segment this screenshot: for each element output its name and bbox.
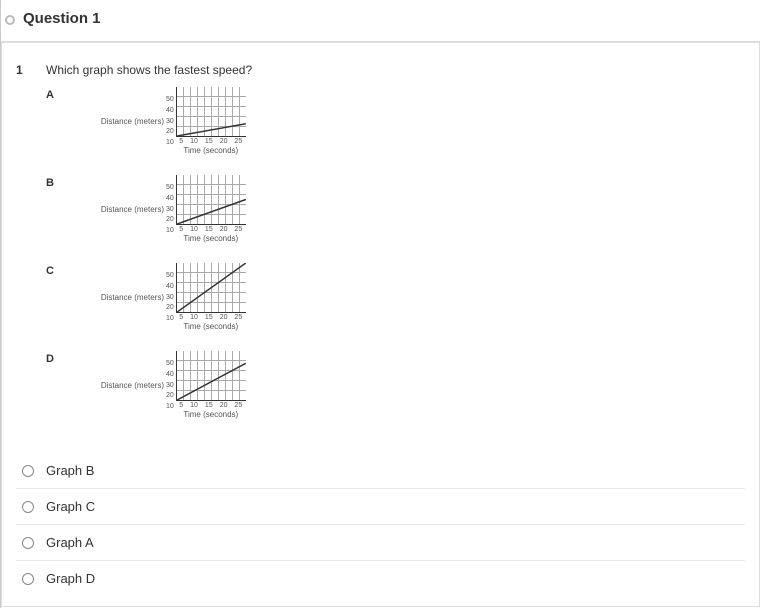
graph-block-a: A Distance (meters) 5040302010 — [46, 87, 745, 169]
question-text: Which graph shows the fastest speed? — [46, 63, 745, 77]
option-graph-b[interactable]: Graph B — [16, 453, 745, 489]
chart-d — [176, 351, 246, 401]
question-header: Question 1 — [1, 0, 760, 42]
graph-letter-c: C — [46, 263, 86, 277]
x-axis-label: Time (seconds) — [183, 410, 238, 419]
graph-block-d: D Distance (meters) 5040302010 — [46, 351, 745, 433]
x-axis-label: Time (seconds) — [183, 146, 238, 155]
x-ticks: 510152025 — [176, 137, 246, 145]
graph-block-c: C Distance (meters) 5040302010 — [46, 263, 745, 345]
radio-icon[interactable] — [22, 465, 34, 477]
page: Question 1 1 Which graph shows the faste… — [0, 0, 760, 608]
y-ticks: 5040302010 — [166, 360, 176, 410]
x-ticks: 510152025 — [176, 313, 246, 321]
question-number: 1 — [16, 63, 28, 77]
x-axis-label: Time (seconds) — [183, 322, 238, 331]
radio-icon[interactable] — [22, 537, 34, 549]
y-ticks: 5040302010 — [166, 96, 176, 146]
radio-icon[interactable] — [22, 501, 34, 513]
graph-letter-b: B — [46, 175, 86, 189]
graph-letter-d: D — [46, 351, 86, 365]
question-content: 1 Which graph shows the fastest speed? A… — [1, 42, 760, 607]
chart-a — [176, 87, 246, 137]
y-ticks: 5040302010 — [166, 184, 176, 234]
chart-c — [176, 263, 246, 313]
option-graph-c[interactable]: Graph C — [16, 489, 745, 525]
option-label: Graph D — [46, 571, 95, 586]
nav-circle-icon — [5, 15, 15, 25]
option-graph-a[interactable]: Graph A — [16, 525, 745, 561]
x-axis-label: Time (seconds) — [183, 234, 238, 243]
option-label: Graph C — [46, 499, 95, 514]
y-ticks: 5040302010 — [166, 272, 176, 322]
option-label: Graph B — [46, 463, 94, 478]
y-axis-label: Distance (meters) — [86, 117, 166, 126]
y-axis-label: Distance (meters) — [86, 293, 166, 302]
graph-letter-a: A — [46, 87, 86, 101]
question-title: Question 1 — [23, 10, 101, 27]
x-ticks: 510152025 — [176, 401, 246, 409]
x-ticks: 510152025 — [176, 225, 246, 233]
y-axis-label: Distance (meters) — [86, 381, 166, 390]
option-label: Graph A — [46, 535, 94, 550]
answer-options: Graph B Graph C Graph A Graph D — [16, 453, 745, 596]
y-axis-label: Distance (meters) — [86, 205, 166, 214]
graph-block-b: B Distance (meters) 5040302010 — [46, 175, 745, 257]
chart-b — [176, 175, 246, 225]
radio-icon[interactable] — [22, 573, 34, 585]
option-graph-d[interactable]: Graph D — [16, 561, 745, 596]
